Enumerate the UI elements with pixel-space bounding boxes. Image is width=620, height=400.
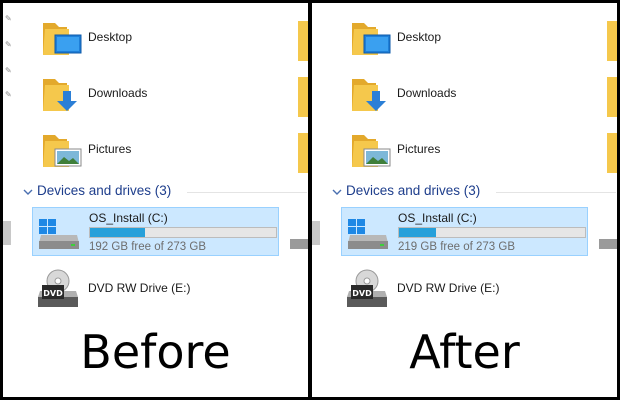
drive-free-space: 192 GB free of 273 GB <box>89 241 206 253</box>
panel-caption: After <box>409 325 520 379</box>
dvd-drive-icon: DVD <box>347 269 387 307</box>
folder-label: Pictures <box>88 142 132 156</box>
section-divider <box>187 192 307 193</box>
clipped-folder-icon <box>607 77 617 117</box>
folder-label: Desktop <box>88 30 133 44</box>
pin-icon[interactable]: ✎ <box>5 67 12 75</box>
dvd-drive-icon: DVD <box>38 269 78 307</box>
devices-and-drives-header[interactable]: Devices and drives (3) <box>326 183 616 201</box>
desktop-folder-icon <box>43 23 82 55</box>
windows-drive-icon <box>39 219 79 249</box>
drive-c-tile[interactable]: OS_Install (C:) 192 GB free of 273 GB <box>32 207 279 256</box>
section-label: Devices and drives (3) <box>346 183 481 198</box>
drive-name: DVD RW Drive (E:) <box>397 281 500 295</box>
desktop-folder-icon <box>352 23 391 55</box>
chevron-down-icon <box>332 189 342 195</box>
section-label: Devices and drives (3) <box>37 183 172 198</box>
devices-and-drives-header[interactable]: Devices and drives (3) <box>17 183 307 201</box>
folder-label: Downloads <box>88 86 148 100</box>
pictures-folder-icon <box>352 135 391 167</box>
nav-pane-scrollbar[interactable] <box>312 221 320 245</box>
pictures-folder-icon <box>43 135 82 167</box>
drive-e-tile[interactable]: DVD DVD RW Drive (E:) <box>32 267 279 313</box>
drive-c-tile[interactable]: OS_Install (C:) 219 GB free of 273 GB <box>341 207 588 256</box>
downloads-folder-icon <box>43 79 77 111</box>
drive-name: OS_Install (C:) <box>398 211 477 225</box>
windows-drive-icon <box>348 219 388 249</box>
pin-icon[interactable]: ✎ <box>5 91 12 99</box>
clipped-folder-icon <box>607 133 617 173</box>
drive-name: DVD RW Drive (E:) <box>88 281 191 295</box>
panel-caption: Before <box>80 325 231 379</box>
folder-label: Desktop <box>397 30 442 44</box>
pin-icon[interactable]: ✎ <box>5 15 12 23</box>
drive-usage-bar <box>398 227 586 238</box>
nav-pane-scrollbar[interactable] <box>3 221 11 245</box>
svg-text:DVD: DVD <box>352 289 372 298</box>
clipped-drive-icon <box>290 239 308 249</box>
after-panel: Desktop Downloads Pictures Devices and d… <box>312 3 617 397</box>
clipped-folder-icon <box>298 133 308 173</box>
folder-item-downloads[interactable]: Downloads <box>41 73 241 119</box>
before-panel: ✎ ✎ ✎ ✎ Desktop Downloads Pictures Devic… <box>3 3 308 397</box>
folder-label: Downloads <box>397 86 457 100</box>
clipped-drive-icon <box>599 239 617 249</box>
drive-free-space: 219 GB free of 273 GB <box>398 241 515 253</box>
clipped-folder-icon <box>607 21 617 61</box>
folder-item-pictures[interactable]: Pictures <box>41 129 241 175</box>
drive-usage-bar <box>89 227 277 238</box>
section-divider <box>496 192 616 193</box>
clipped-folder-icon <box>298 77 308 117</box>
folder-item-pictures[interactable]: Pictures <box>350 129 550 175</box>
folder-label: Pictures <box>397 142 441 156</box>
folder-item-desktop[interactable]: Desktop <box>41 17 241 63</box>
drive-name: OS_Install (C:) <box>89 211 168 225</box>
chevron-down-icon <box>23 189 33 195</box>
svg-text:DVD: DVD <box>43 289 63 298</box>
drive-usage-fill <box>399 228 436 237</box>
drive-usage-fill <box>90 228 146 237</box>
downloads-folder-icon <box>352 79 386 111</box>
folder-item-downloads[interactable]: Downloads <box>350 73 550 119</box>
pin-icon[interactable]: ✎ <box>5 41 12 49</box>
clipped-folder-icon <box>298 21 308 61</box>
drive-e-tile[interactable]: DVD DVD RW Drive (E:) <box>341 267 588 313</box>
folder-item-desktop[interactable]: Desktop <box>350 17 550 63</box>
